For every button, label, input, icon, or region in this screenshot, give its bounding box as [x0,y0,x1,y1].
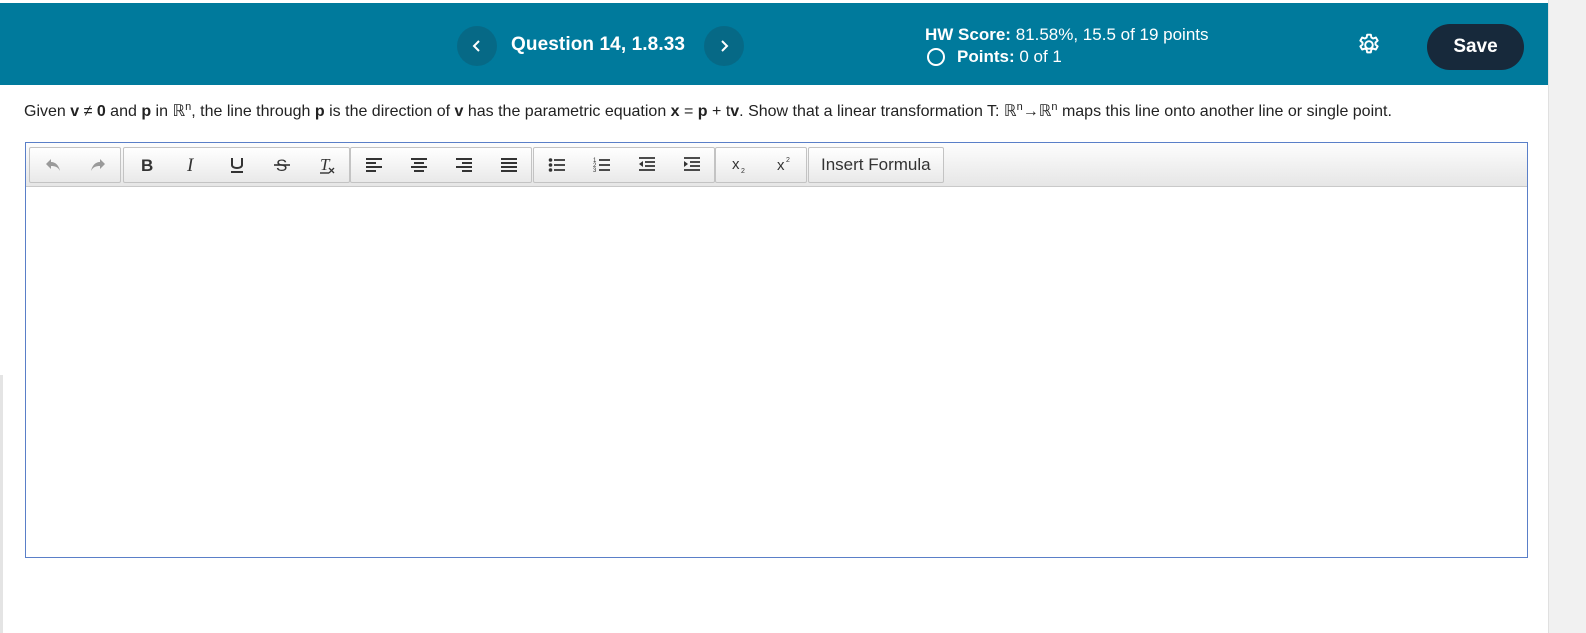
insert-formula-button[interactable]: Insert Formula [809,155,943,175]
subscript-button[interactable]: x2 [716,148,761,182]
next-question-button[interactable] [704,26,744,66]
hw-score-value: 81.58%, 15.5 of 19 points [1015,25,1209,44]
score-block: HW Score: 81.58%, 15.5 of 19 points Poin… [925,24,1209,68]
bold-button[interactable]: B [124,148,169,182]
format-group: B I S T [123,147,350,183]
align-center-button[interactable] [396,148,441,182]
justify-button[interactable] [486,148,531,182]
svg-text:T: T [320,155,331,174]
numbered-list-icon: 123 [593,158,610,174]
subscript-icon: x2 [732,156,745,175]
hw-score-label: HW Score: [925,25,1011,44]
svg-text:B: B [141,156,153,175]
question-prompt: Given v ≠ 0 and p in ℝn, the line throug… [24,101,1392,120]
clear-format-button[interactable]: T [304,148,349,182]
align-center-icon [410,158,427,172]
superscript-icon: x2 [777,157,790,174]
save-button[interactable]: Save [1427,24,1524,70]
formula-group: Insert Formula [808,147,944,183]
bullet-list-button[interactable] [534,148,579,182]
svg-text:2: 2 [741,168,745,175]
settings-gear-icon[interactable] [1356,32,1382,58]
indent-button[interactable] [669,148,714,182]
script-group: x2 x2 [715,147,807,183]
align-right-icon [455,158,472,172]
italic-icon: I [186,155,195,175]
justify-icon [500,158,517,172]
question-header: Question 14, 1.8.33 HW Score: 81.58%, 15… [0,3,1548,85]
undo-button[interactable] [30,148,75,182]
redo-button[interactable] [75,148,120,182]
chevron-left-icon [472,40,480,52]
outdent-icon [638,157,655,171]
answer-text-area[interactable] [26,187,1527,557]
clear-format-icon: T [319,155,334,174]
strikethrough-button[interactable]: S [259,148,304,182]
points-circle-icon [927,48,945,66]
editor-toolbar: B I S T 1 2 3 x 2 x 2 Insert Formula [26,143,1527,187]
points-row: Points: 0 of 1 [925,46,1209,68]
hw-score: HW Score: 81.58%, 15.5 of 19 points [925,24,1209,46]
align-group [350,147,532,183]
points-value: 0 of 1 [1019,47,1062,66]
question-title: Question 14, 1.8.33 [511,34,686,55]
align-left-button[interactable] [351,148,396,182]
answer-editor: B I S T 1 2 3 x 2 x 2 Insert Formula [25,142,1528,558]
undo-icon [45,159,60,171]
svg-text:x: x [732,156,740,173]
indent-icon [683,157,700,171]
underline-button[interactable] [214,148,259,182]
list-group: 123 [533,147,715,183]
scrollbar-track[interactable] [1548,0,1586,633]
outdent-button[interactable] [624,148,669,182]
svg-text:x: x [777,157,785,174]
bold-icon: B [141,156,153,175]
points-label: Points: [957,47,1015,66]
previous-question-button[interactable] [457,26,497,66]
chevron-right-icon [721,40,729,52]
numbered-list-button[interactable]: 123 [579,148,624,182]
align-left-icon [365,158,382,172]
italic-button[interactable]: I [169,148,214,182]
svg-text:2: 2 [786,157,790,164]
svg-text:I: I [186,155,195,175]
left-edge-bar [0,375,3,633]
align-right-button[interactable] [441,148,486,182]
history-group [29,147,121,183]
bullet-list-icon [548,158,565,172]
strikethrough-icon: S [273,156,290,175]
underline-icon [230,158,243,173]
redo-icon [90,159,105,171]
superscript-button[interactable]: x2 [761,148,806,182]
svg-text:3: 3 [593,168,597,174]
